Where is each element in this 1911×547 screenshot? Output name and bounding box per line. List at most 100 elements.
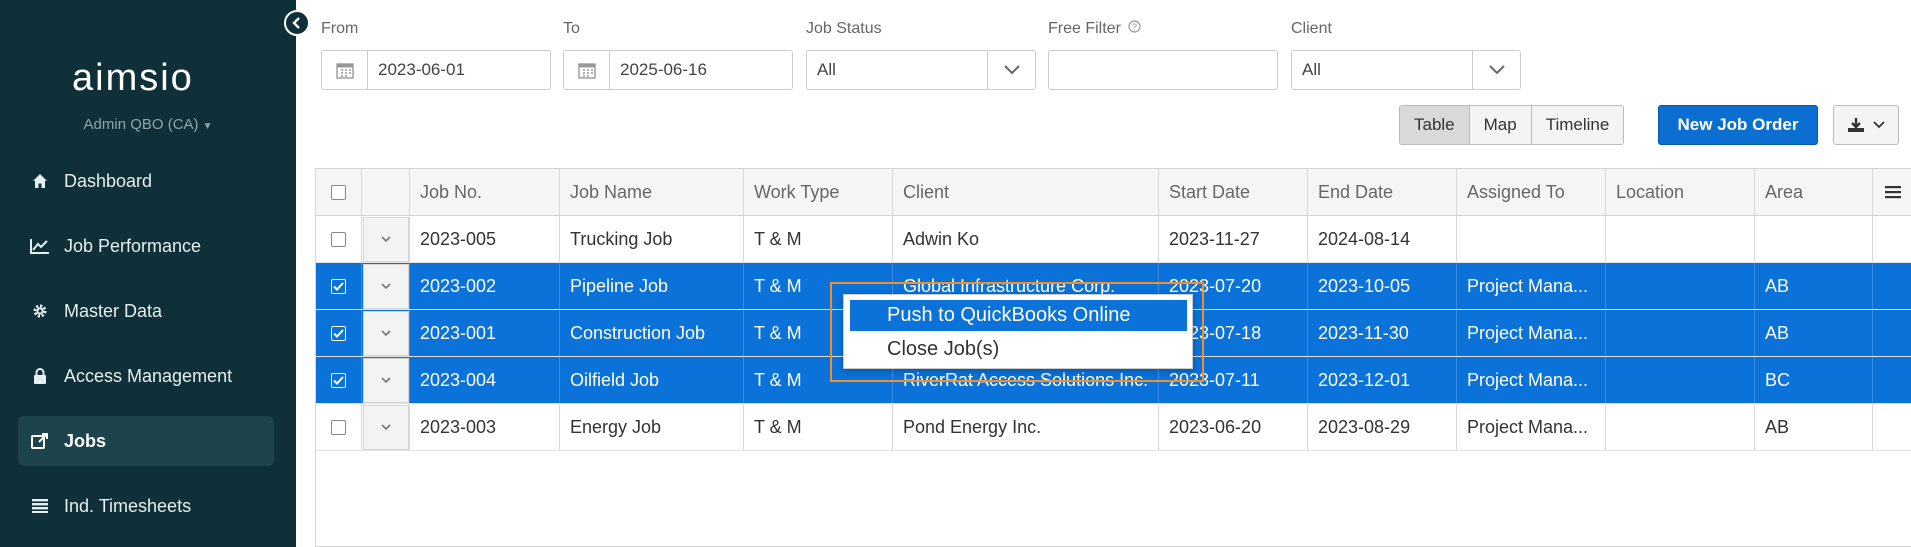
svg-text:?: ? (1132, 22, 1137, 32)
check-icon (333, 281, 344, 291)
cell-job-name: Oilfield Job (560, 357, 744, 403)
cell-end-date: 2023-08-29 (1308, 404, 1457, 450)
cell-location (1606, 216, 1755, 262)
sidebar-item-jobs[interactable]: Jobs (18, 416, 274, 466)
aimsio-logo[interactable]: aimsio (72, 58, 224, 98)
cell-job-name: Trucking Job (560, 216, 744, 262)
header-location[interactable]: Location (1606, 169, 1755, 215)
cell-area: BC (1755, 357, 1873, 403)
download-icon (1848, 118, 1864, 132)
help-icon[interactable]: ? (1128, 20, 1141, 33)
from-label: From (321, 20, 359, 37)
menu-item-push-to-quickbooks[interactable]: Push to QuickBooks Online (850, 300, 1187, 331)
client-select[interactable]: All (1291, 50, 1521, 90)
cell-end-date: 2023-12-01 (1308, 357, 1457, 403)
row-expand-button[interactable] (362, 310, 409, 356)
free-filter-field[interactable] (1048, 50, 1278, 90)
job-status-select[interactable]: All (806, 50, 1036, 90)
cell-end-date: 2023-10-05 (1308, 263, 1457, 309)
sidebar-item-dashboard[interactable]: Dashboard (18, 156, 274, 206)
cell-job-name: Energy Job (560, 404, 744, 450)
cell-job-name: Pipeline Job (560, 263, 744, 309)
header-job-no[interactable]: Job No. (410, 169, 560, 215)
from-date-field[interactable]: 2023-06-01 (321, 50, 551, 90)
cell-job-no: 2023-001 (410, 310, 560, 356)
tab-table[interactable]: Table (1400, 106, 1470, 144)
chevron-left-icon (292, 17, 300, 29)
cell-start-date: 2023-11-27 (1159, 216, 1308, 262)
calendar-icon[interactable] (322, 51, 368, 89)
tab-map[interactable]: Map (1469, 106, 1532, 144)
list-icon (29, 499, 51, 513)
check-icon (333, 328, 344, 338)
gear-icon (29, 303, 51, 319)
column-menu-button[interactable] (1873, 169, 1911, 215)
row-checkbox[interactable] (331, 325, 346, 341)
cell-location (1606, 310, 1755, 356)
expand-header-cell (362, 169, 410, 215)
cell-work-type: T & M (744, 216, 893, 262)
header-start-date[interactable]: Start Date (1159, 169, 1308, 215)
client-label: Client (1291, 20, 1332, 37)
account-switcher[interactable]: Admin QBO (CA) ▼ (0, 116, 296, 133)
chevron-down-icon (1873, 121, 1885, 129)
collapse-sidebar-button[interactable] (284, 10, 310, 36)
to-date-field[interactable]: 2025-06-16 (563, 50, 793, 90)
cell-start-date: 2023-06-20 (1159, 404, 1308, 450)
sidebar-item-label: Job Performance (64, 235, 202, 256)
row-checkbox[interactable] (331, 372, 346, 388)
cell-location (1606, 404, 1755, 450)
row-expand-button[interactable] (362, 263, 409, 309)
chevron-down-icon (380, 423, 391, 430)
cell-area (1755, 216, 1873, 262)
row-expand-button[interactable] (362, 404, 409, 450)
row-expand-cell (362, 310, 410, 356)
job-status-value: All (817, 60, 836, 79)
cell-assigned-to: Project Mana... (1457, 357, 1606, 403)
header-end-date[interactable]: End Date (1308, 169, 1457, 215)
header-job-name[interactable]: Job Name (560, 169, 744, 215)
free-filter-label-text: Free Filter (1048, 20, 1121, 37)
cell-job-name: Construction Job (560, 310, 744, 356)
calendar-icon[interactable] (564, 51, 610, 89)
cell-location (1606, 357, 1755, 403)
to-label: To (563, 20, 580, 37)
to-date-value: 2025-06-16 (620, 60, 707, 79)
select-all-checkbox[interactable] (331, 184, 346, 200)
new-job-order-button[interactable]: New Job Order (1658, 105, 1818, 145)
sidebar-item-job-performance[interactable]: Job Performance (18, 221, 274, 271)
header-area[interactable]: Area (1755, 169, 1873, 215)
cell-assigned-to (1457, 216, 1606, 262)
cell-client: Adwin Ko (893, 216, 1159, 262)
cell-area: AB (1755, 404, 1873, 450)
chevron-down-icon[interactable] (1472, 51, 1520, 89)
header-client[interactable]: Client (893, 169, 1159, 215)
sidebar-item-access-management[interactable]: Access Management (18, 351, 274, 401)
header-assigned-to[interactable]: Assigned To (1457, 169, 1606, 215)
table-row[interactable]: 2023-005 Trucking Job T & M Adwin Ko 202… (316, 216, 1911, 263)
row-expand-button[interactable] (362, 357, 409, 403)
free-filter-label: Free Filter ? (1048, 20, 1141, 38)
cell-location (1606, 263, 1755, 309)
row-checkbox[interactable] (331, 278, 346, 294)
tab-timeline[interactable]: Timeline (1531, 106, 1624, 144)
chevron-down-icon[interactable] (987, 51, 1035, 89)
chevron-down-icon (380, 376, 391, 383)
home-icon (29, 173, 51, 189)
chevron-down-icon (380, 282, 391, 289)
free-filter-input[interactable] (1049, 51, 1277, 89)
row-checkbox[interactable] (331, 419, 346, 435)
export-button[interactable] (1833, 105, 1899, 145)
sidebar: aimsio Admin QBO (CA) ▼ Dashboard Job Per… (0, 0, 296, 547)
cell-assigned-to: Project Mana... (1457, 263, 1606, 309)
menu-item-close-jobs[interactable]: Close Job(s) (850, 334, 1187, 365)
header-work-type[interactable]: Work Type (744, 169, 893, 215)
sidebar-item-master-data[interactable]: Master Data (18, 286, 274, 336)
table-row[interactable]: 2023-003 Energy Job T & M Pond Energy In… (316, 404, 1911, 451)
cell-end-date: 2023-11-30 (1308, 310, 1457, 356)
row-expand-button[interactable] (362, 216, 409, 262)
row-checkbox[interactable] (331, 231, 346, 247)
from-date-value: 2023-06-01 (378, 60, 465, 79)
cell-job-no: 2023-004 (410, 357, 560, 403)
sidebar-item-ind-timesheets[interactable]: Ind. Timesheets (18, 481, 274, 531)
